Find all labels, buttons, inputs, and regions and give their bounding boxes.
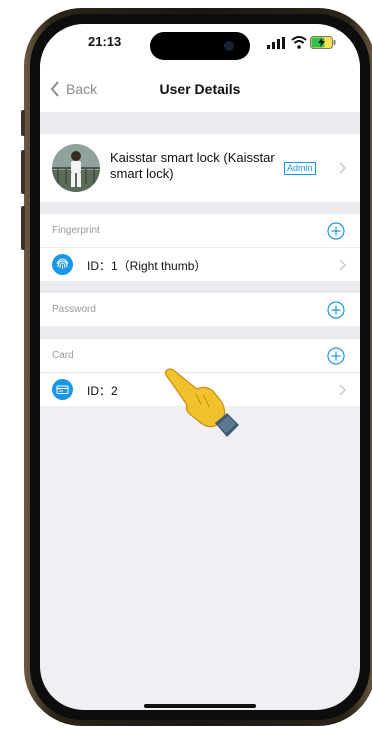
wifi-icon [291,36,307,49]
add-password-button[interactable] [327,301,345,319]
card-item-label: ID：2 [87,384,118,398]
fingerprint-item-label: ID：1（Right thumb） [87,259,207,273]
chevron-right-icon [339,384,346,396]
pointing-hand-icon [164,368,239,437]
fingerprint-section-header: Fingerprint [40,214,360,248]
chevron-right-icon [339,162,346,174]
add-fingerprint-button[interactable] [327,222,345,240]
volume-up-button [21,150,25,194]
page-title: User Details [159,81,241,97]
fingerprint-icon [52,254,73,275]
password-section-label: Password [52,304,96,315]
volume-down-button [21,206,25,250]
dynamic-island [150,32,250,60]
status-bar: 21:13 [40,24,360,68]
fingerprint-section-label: Fingerprint [52,225,100,236]
user-name: Kaisstar smart lock (Kaisstar smart lock… [110,150,275,181]
section-divider [40,327,360,339]
avatar [52,144,100,192]
admin-badge: Admin [284,162,316,175]
password-section-header: Password [40,293,360,327]
section-divider [40,281,360,293]
user-profile-row[interactable]: Kaisstar smart lock (Kaisstar smart lock… [40,134,360,202]
home-indicator [144,704,256,708]
add-card-button[interactable] [327,347,345,365]
card-section-label: Card [52,350,74,361]
section-divider [40,112,360,134]
navigation-bar: Back User Details [40,68,360,112]
chevron-right-icon [339,259,346,271]
status-time: 21:13 [88,34,122,49]
battery-charging-icon [310,36,336,49]
section-divider [40,202,360,214]
card-icon [52,379,73,400]
mute-switch [21,110,25,136]
signal-icon [267,37,285,49]
fingerprint-list-item[interactable]: ID：1（Right thumb） [40,248,360,281]
